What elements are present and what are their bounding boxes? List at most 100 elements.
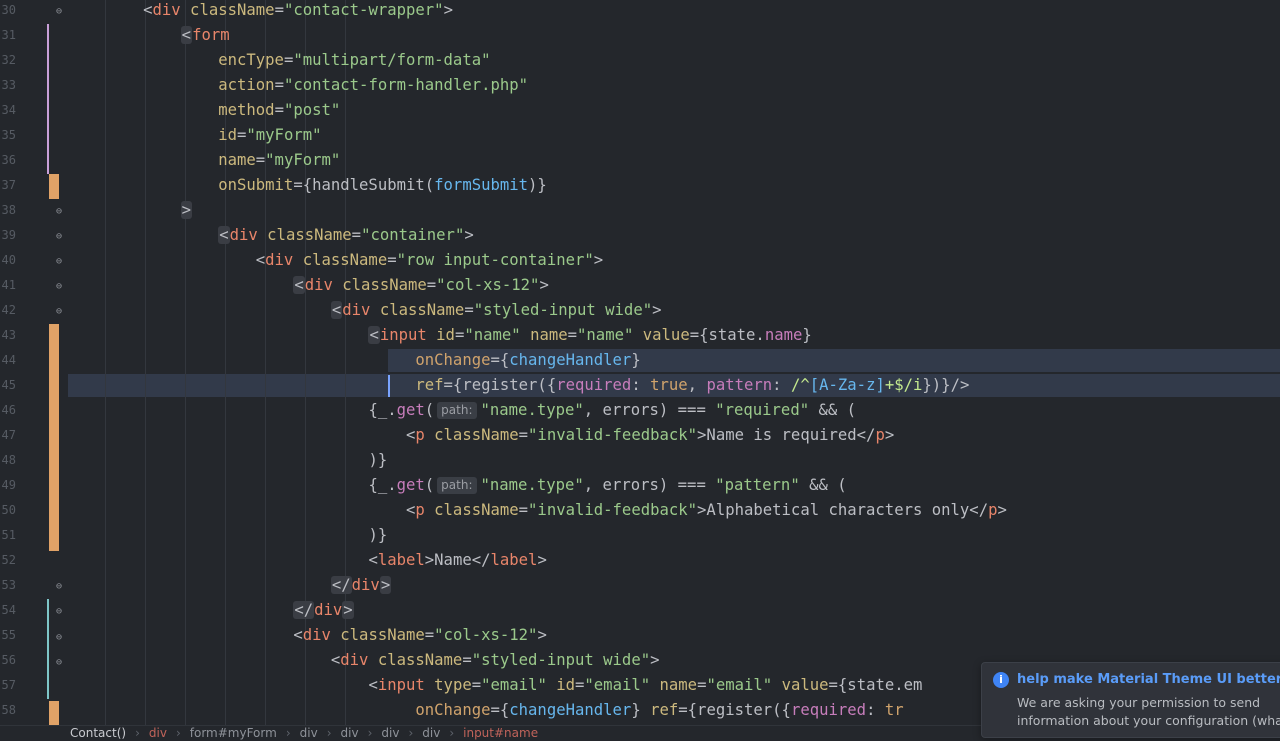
- code-line[interactable]: 53 </div>: [0, 573, 1280, 598]
- code-text[interactable]: <div className="col-xs-12">: [68, 273, 549, 298]
- code-line[interactable]: 34 method="post": [0, 98, 1280, 123]
- line-number[interactable]: 35: [0, 123, 16, 148]
- line-number[interactable]: 42: [0, 298, 16, 323]
- line-number[interactable]: 30: [0, 0, 16, 23]
- code-token: "invalid-feedback": [528, 501, 698, 519]
- code-line[interactable]: 48 )}: [0, 448, 1280, 473]
- code-line[interactable]: 50 <p className="invalid-feedback">Alpha…: [0, 498, 1280, 523]
- breadcrumb-item[interactable]: Contact(): [70, 726, 126, 740]
- line-number[interactable]: 41: [0, 273, 16, 298]
- code-line[interactable]: 42 <div className="styled-input wide">: [0, 298, 1280, 323]
- line-number[interactable]: 39: [0, 223, 16, 248]
- line-number[interactable]: 43: [0, 323, 16, 348]
- breadcrumb-item[interactable]: div: [300, 726, 318, 740]
- code-token: >Name</: [424, 551, 491, 569]
- code-text[interactable]: <input type="email" id="email" name="ema…: [68, 673, 922, 698]
- line-number[interactable]: 47: [0, 423, 16, 448]
- code-line[interactable]: 31 <form: [0, 23, 1280, 48]
- code-line[interactable]: 40 <div className="row input-container">: [0, 248, 1280, 273]
- line-number[interactable]: 44: [0, 348, 16, 373]
- line-number[interactable]: 45: [0, 373, 16, 398]
- breadcrumb-item[interactable]: div: [149, 726, 167, 740]
- code-text[interactable]: ref={register({required: true, pattern: …: [68, 373, 969, 398]
- code-text[interactable]: <div className="styled-input wide">: [68, 648, 660, 673]
- line-number[interactable]: 51: [0, 523, 16, 548]
- code-text[interactable]: <p className="invalid-feedback">Alphabet…: [68, 498, 1007, 523]
- code-line[interactable]: 30 <div className="contact-wrapper">: [0, 0, 1280, 23]
- code-text[interactable]: action="contact-form-handler.php": [68, 73, 528, 98]
- code-text[interactable]: name="myForm": [68, 148, 340, 173]
- code-text[interactable]: id="myForm": [68, 123, 321, 148]
- line-number[interactable]: 50: [0, 498, 16, 523]
- line-number[interactable]: 32: [0, 48, 16, 73]
- line-number[interactable]: 34: [0, 98, 16, 123]
- line-number[interactable]: 56: [0, 648, 16, 673]
- code-text[interactable]: onChange={changeHandler}: [68, 348, 640, 373]
- line-number[interactable]: 37: [0, 173, 16, 198]
- line-number[interactable]: 54: [0, 598, 16, 623]
- code-line[interactable]: 39 <div className="container">: [0, 223, 1280, 248]
- line-number[interactable]: 38: [0, 198, 16, 223]
- line-number[interactable]: 58: [0, 698, 16, 723]
- code-text[interactable]: {_.get(path: "name.type", errors) === "re…: [68, 398, 856, 423]
- line-number[interactable]: 57: [0, 673, 16, 698]
- code-line[interactable]: 37 onSubmit={handleSubmit(formSubmit)}: [0, 173, 1280, 198]
- code-text[interactable]: {_.get(path: "name.type", errors) === "pa…: [68, 473, 847, 498]
- code-token: className: [293, 251, 388, 269]
- breadcrumb-item[interactable]: div: [341, 726, 359, 740]
- code-line[interactable]: 38 >: [0, 198, 1280, 223]
- line-number[interactable]: 48: [0, 448, 16, 473]
- code-text[interactable]: )}: [68, 448, 387, 473]
- breadcrumb-separator: ›: [367, 726, 373, 740]
- line-number[interactable]: 31: [0, 23, 16, 48]
- code-text[interactable]: </div>: [68, 598, 354, 623]
- code-line[interactable]: 43 <input id="name" name="name" value={s…: [0, 323, 1280, 348]
- line-number[interactable]: 40: [0, 248, 16, 273]
- line-number[interactable]: 36: [0, 148, 16, 173]
- code-text[interactable]: method="post": [68, 98, 340, 123]
- code-line[interactable]: 36 name="myForm": [0, 148, 1280, 173]
- code-line[interactable]: 49 {_.get(path: "name.type", errors) === …: [0, 473, 1280, 498]
- code-line[interactable]: 47 <p className="invalid-feedback">Name …: [0, 423, 1280, 448]
- line-number[interactable]: 46: [0, 398, 16, 423]
- code-text[interactable]: <label>Name</label>: [68, 548, 546, 573]
- code-line[interactable]: 52 <label>Name</label>: [0, 548, 1280, 573]
- code-line[interactable]: 32 encType="multipart/form-data": [0, 48, 1280, 73]
- code-line[interactable]: 41 <div className="col-xs-12">: [0, 273, 1280, 298]
- notification-title[interactable]: help make Material Theme UI better: [1017, 672, 1280, 687]
- line-number[interactable]: 53: [0, 573, 16, 598]
- code-text[interactable]: <div className="col-xs-12">: [68, 623, 547, 648]
- code-line[interactable]: 35 id="myForm": [0, 123, 1280, 148]
- code-line[interactable]: 54 </div>: [0, 598, 1280, 623]
- line-number[interactable]: 49: [0, 473, 16, 498]
- code-line[interactable]: 45 ref={register({required: true, patter…: [0, 373, 1280, 398]
- line-number[interactable]: 55: [0, 623, 16, 648]
- code-editor[interactable]: ⊖ ⊖ ⊖ ⊖ ⊖ ⊖ ⊖ ⊖ ⊖ ⊖ 30 <div className="c…: [0, 0, 1280, 725]
- code-text[interactable]: <div className="container">: [68, 223, 474, 248]
- code-line[interactable]: 51 )}: [0, 523, 1280, 548]
- line-number[interactable]: 52: [0, 548, 16, 573]
- breadcrumb-item[interactable]: div: [381, 726, 399, 740]
- line-number[interactable]: 33: [0, 73, 16, 98]
- code-text[interactable]: <p className="invalid-feedback">Name is …: [68, 423, 894, 448]
- code-line[interactable]: 46 {_.get(path: "name.type", errors) === …: [0, 398, 1280, 423]
- notification-popup[interactable]: i help make Material Theme UI better We …: [981, 662, 1280, 738]
- code-text[interactable]: </div>: [68, 573, 392, 598]
- code-text[interactable]: <div className="styled-input wide">: [68, 298, 662, 323]
- code-text[interactable]: >: [68, 198, 193, 223]
- code-text[interactable]: onSubmit={handleSubmit(formSubmit)}: [68, 173, 547, 198]
- breadcrumb-item[interactable]: div: [422, 726, 440, 740]
- code-text[interactable]: <input id="name" name="name" value={stat…: [68, 323, 812, 348]
- code-line[interactable]: 55 <div className="col-xs-12">: [0, 623, 1280, 648]
- breadcrumb-item[interactable]: input#name: [463, 726, 538, 740]
- code-text[interactable]: <form: [68, 23, 230, 48]
- code-line[interactable]: 33 action="contact-form-handler.php": [0, 73, 1280, 98]
- breadcrumb-item[interactable]: form#myForm: [190, 726, 277, 740]
- code-text[interactable]: <div className="contact-wrapper">: [68, 0, 453, 23]
- code-line[interactable]: 44 onChange={changeHandler}: [0, 348, 1280, 373]
- code-text[interactable]: onChange={changeHandler} ref={register({…: [68, 698, 903, 723]
- code-text[interactable]: encType="multipart/form-data": [68, 48, 490, 73]
- code-text[interactable]: <div className="row input-container">: [68, 248, 603, 273]
- code-text[interactable]: )}: [68, 523, 387, 548]
